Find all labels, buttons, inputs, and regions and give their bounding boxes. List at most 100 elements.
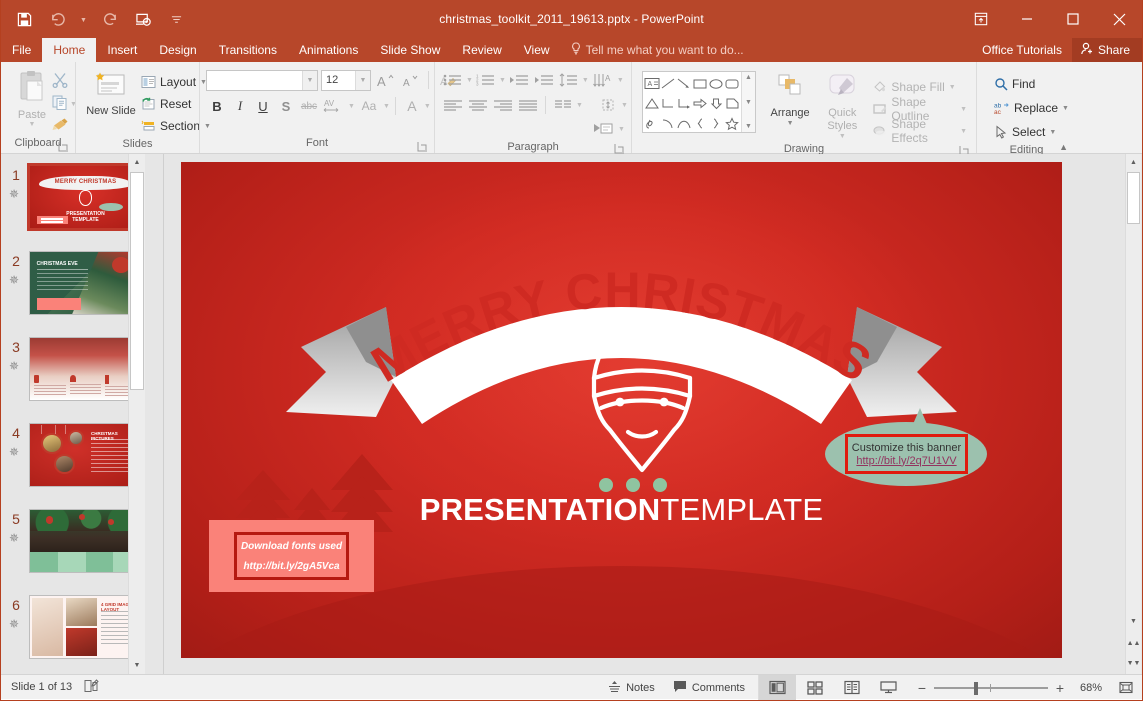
strikethrough-button[interactable]: abc	[298, 95, 320, 117]
close-icon[interactable]	[1096, 0, 1142, 38]
elbow-connector-shape[interactable]	[660, 93, 676, 113]
pentagon-shape[interactable]	[724, 93, 740, 113]
text-box-shape[interactable]: A	[644, 73, 660, 93]
change-case-button[interactable]: Aa	[356, 95, 382, 117]
replace-dropdown-icon[interactable]: ▼	[1062, 105, 1069, 112]
thumbnails-scroll-up-icon[interactable]: ▲	[129, 154, 145, 171]
slide-sorter-view-button[interactable]	[796, 675, 833, 700]
line-spacing-dropdown-icon[interactable]: ▼	[582, 77, 589, 84]
rectangle-shape[interactable]	[692, 73, 708, 93]
curve-shape[interactable]	[676, 113, 692, 133]
shapes-scroll-up-icon[interactable]: ▲	[745, 74, 752, 81]
font-dialog-launcher[interactable]	[417, 141, 428, 152]
callout-link[interactable]: http://bit.ly/2q7U1VV	[856, 455, 956, 467]
scribble-shape[interactable]	[644, 113, 660, 133]
shape-fill-dropdown-icon[interactable]: ▼	[949, 84, 956, 91]
change-case-dropdown-icon[interactable]: ▼	[383, 103, 390, 110]
tab-animations[interactable]: Animations	[288, 38, 369, 62]
thumbnail-slide-1[interactable]: 1 ✵ MERRY CHRISTMAS PRESENTATION TEMPLAT…	[1, 163, 147, 249]
numbering-dropdown-icon[interactable]: ▼	[499, 77, 506, 84]
office-tutorials-link[interactable]: Office Tutorials	[972, 38, 1072, 62]
collapse-ribbon-icon[interactable]: ▲	[1059, 142, 1068, 152]
arrange-dropdown-icon[interactable]: ▼	[787, 120, 794, 127]
font-size-combo[interactable]: 12 ▼	[321, 70, 371, 91]
text-direction-button[interactable]: A	[590, 69, 616, 91]
zoom-slider-knob[interactable]	[974, 682, 978, 695]
fonts-box-link[interactable]: http://bit.ly/2gA5Vca	[243, 561, 339, 572]
shapes-more-icon[interactable]: ▼	[745, 123, 752, 130]
star-shape[interactable]	[724, 113, 740, 133]
text-direction-dropdown-icon[interactable]: ▼	[617, 77, 624, 84]
tab-insert[interactable]: Insert	[96, 38, 148, 62]
shape-outline-dropdown-icon[interactable]: ▼	[960, 106, 967, 113]
notes-page-icon[interactable]	[84, 679, 99, 696]
align-text-button[interactable]	[596, 94, 620, 116]
font-name-dropdown-icon[interactable]: ▼	[302, 71, 317, 90]
paste-dropdown-icon[interactable]: ▼	[29, 121, 36, 128]
font-size-dropdown-icon[interactable]: ▼	[355, 71, 370, 90]
numbering-button[interactable]: 123	[474, 69, 498, 91]
slide-scroll-up-icon[interactable]: ▲	[1126, 154, 1141, 171]
right-brace-shape[interactable]	[708, 113, 724, 133]
italic-button[interactable]: I	[229, 95, 251, 117]
thumbnails-scroll-down-icon[interactable]: ▼	[129, 657, 145, 674]
character-spacing-dropdown-icon[interactable]: ▼	[348, 103, 355, 110]
download-fonts-box[interactable]: Download fonts used http://bit.ly/2gA5Vc…	[209, 520, 374, 592]
tab-slide-show[interactable]: Slide Show	[369, 38, 451, 62]
font-color-button[interactable]: A	[401, 95, 423, 117]
justify-button[interactable]	[516, 94, 540, 116]
previous-slide-icon[interactable]: ▲▲	[1126, 635, 1141, 652]
rounded-rectangle-shape[interactable]	[724, 73, 740, 93]
paste-button[interactable]: Paste ▼	[12, 70, 52, 136]
slide-show-view-button[interactable]	[870, 675, 907, 700]
shape-effects-dropdown-icon[interactable]: ▼	[960, 128, 967, 135]
font-name-combo[interactable]: ▼	[206, 70, 318, 91]
character-spacing-button[interactable]: AV	[321, 95, 347, 117]
tab-home[interactable]: Home	[42, 38, 96, 62]
bullets-dropdown-icon[interactable]: ▼	[466, 77, 473, 84]
slide-scroll-thumb[interactable]	[1127, 172, 1140, 224]
fit-slide-to-window-button[interactable]	[1110, 675, 1142, 700]
tab-transitions[interactable]: Transitions	[208, 38, 288, 62]
shape-effects-button[interactable]: Shape Effects ▼	[868, 120, 971, 142]
thumbnail-slide-6[interactable]: 6 ✵ 4 GRID IMAGE LAYOUT	[1, 593, 147, 674]
align-text-dropdown-icon[interactable]: ▼	[621, 102, 628, 109]
maximize-icon[interactable]	[1050, 0, 1096, 38]
replace-button[interactable]: abac Replace ▼	[990, 97, 1073, 119]
thumbnail-slide-5[interactable]: 5 ✵	[1, 507, 147, 593]
thumbnails-scrollbar[interactable]: ▲ ▼	[128, 154, 145, 674]
zoom-in-button[interactable]: +	[1055, 680, 1065, 696]
comments-button[interactable]: Comments	[664, 675, 754, 700]
select-dropdown-icon[interactable]: ▼	[1049, 129, 1056, 136]
thumbnail-slide-3[interactable]: 3 ✵	[1, 335, 147, 421]
ribbon-display-options-icon[interactable]	[958, 0, 1004, 38]
paragraph-dialog-launcher[interactable]	[614, 143, 625, 154]
normal-view-button[interactable]	[759, 675, 796, 700]
reading-view-button[interactable]	[833, 675, 870, 700]
smartart-dropdown-icon[interactable]: ▼	[618, 126, 625, 133]
cut-button[interactable]	[52, 73, 77, 92]
decrease-indent-button[interactable]	[507, 69, 531, 91]
bold-button[interactable]: B	[206, 95, 228, 117]
arrange-button[interactable]: Arrange ▼	[764, 71, 816, 127]
thumbnails-scroll-thumb[interactable]	[130, 172, 144, 390]
right-arrow-shape[interactable]	[692, 93, 708, 113]
columns-button[interactable]	[551, 94, 575, 116]
thumbnail-slide-2[interactable]: 2 ✵ CHRISTMAS EVE	[1, 249, 147, 335]
quick-styles-dropdown-icon[interactable]: ▼	[839, 133, 846, 140]
customize-banner-callout[interactable]: Customize this banner http://bit.ly/2q7U…	[825, 408, 987, 486]
line-spacing-button[interactable]	[557, 69, 581, 91]
share-button[interactable]: Share	[1072, 38, 1142, 62]
notes-button[interactable]: Notes	[599, 675, 664, 700]
find-button[interactable]: Find	[990, 73, 1073, 95]
bullets-button[interactable]	[441, 69, 465, 91]
tab-view[interactable]: View	[513, 38, 561, 62]
quick-styles-button[interactable]: Quick Styles ▼	[816, 71, 868, 140]
down-arrow-shape[interactable]	[708, 93, 724, 113]
zoom-slider[interactable]	[934, 682, 1048, 694]
shapes-scroll-down-icon[interactable]: ▼	[745, 99, 752, 106]
select-button[interactable]: Select ▼	[990, 121, 1073, 143]
shapes-gallery[interactable]: A	[642, 71, 756, 133]
oval-shape[interactable]	[708, 73, 724, 93]
align-right-button[interactable]	[491, 94, 515, 116]
